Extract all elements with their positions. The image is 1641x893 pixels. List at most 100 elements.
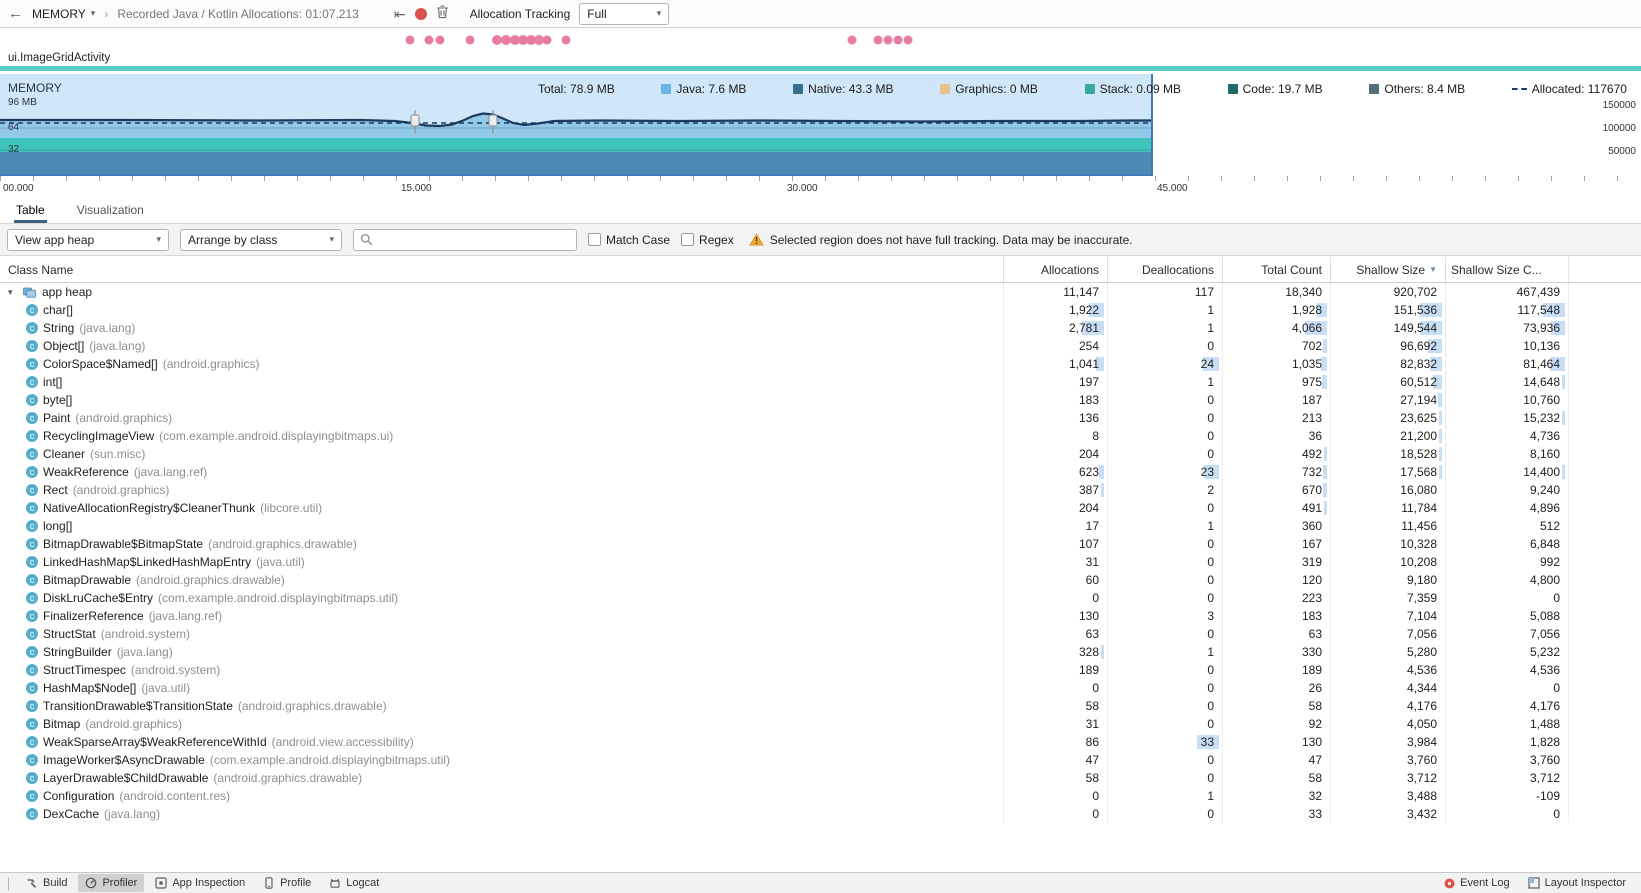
class-package: (android.graphics.drawable)	[213, 771, 363, 785]
timeline-view-selector[interactable]: MEMORY ▾	[32, 7, 95, 21]
delete-recording-icon[interactable]	[436, 5, 449, 22]
toolwindow-build[interactable]: Build	[19, 874, 74, 892]
tab-visualization[interactable]: Visualization	[75, 196, 146, 223]
class-name: ImageWorker$AsyncDrawable	[43, 753, 205, 767]
left-axis-label: 32	[8, 144, 20, 155]
value: 130	[1301, 735, 1322, 749]
left-axis-label: 96 MB	[8, 97, 37, 108]
value: 18,528	[1400, 447, 1437, 461]
toolwindow-layout-inspector[interactable]: Layout Inspector	[1521, 874, 1633, 892]
class-icon: c	[26, 358, 38, 370]
table-row[interactable]: c DexCache (java.lang) 0 0 33 3,432 0	[0, 805, 1641, 823]
table-row[interactable]: c LayerDrawable$ChildDrawable (android.gra…	[0, 769, 1641, 787]
table-row[interactable]: c LinkedHashMap$LinkedHashMapEntry (java.u…	[0, 553, 1641, 571]
value-cell: 9,180	[1330, 571, 1445, 589]
table-row[interactable]: ▾ app heap 11,147 117 18,340 920,702 467,439	[0, 283, 1641, 301]
table-row[interactable]: c StringBuilder (java.lang) 328 1 330 5,280 5,2…	[0, 643, 1641, 661]
toolwindow-profiler[interactable]: Profiler	[78, 874, 145, 892]
value: 14,400	[1523, 465, 1560, 479]
table-row[interactable]: c Object[] (java.lang) 254 0 702 96,692 10,136	[0, 337, 1641, 355]
value-cell: 24	[1107, 355, 1222, 373]
value: 167	[1301, 537, 1322, 551]
table-row[interactable]: c StructTimespec (android.system) 189 0 189 4,…	[0, 661, 1641, 679]
expand-chevron-icon[interactable]: ▾	[8, 287, 18, 298]
class-icon: c	[26, 736, 38, 748]
search-input[interactable]	[378, 232, 570, 247]
memory-timeline-chart[interactable]	[0, 74, 1641, 176]
toolwindow-logcat[interactable]: Logcat	[322, 874, 386, 892]
table-row[interactable]: c Configuration (android.content.res) 0 1 32 3…	[0, 787, 1641, 805]
class-name-cell: c long[]	[0, 517, 1003, 535]
table-row[interactable]: c Bitmap (android.graphics) 31 0 92 4,050 1,488	[0, 715, 1641, 733]
table-row[interactable]: c FinalizerReference (java.lang.ref) 130 3 18…	[0, 607, 1641, 625]
table-row[interactable]: c String (java.lang) 2,781 1 4,066 149,544 73,9…	[0, 319, 1641, 337]
column-header-total-count[interactable]: Total Count	[1222, 257, 1330, 282]
table-row[interactable]: c TransitionDrawable$TransitionState (andr…	[0, 697, 1641, 715]
table-row[interactable]: c DiskLruCache$Entry (com.example.android.…	[0, 589, 1641, 607]
heap-selector[interactable]: View app heap ▾	[7, 228, 169, 251]
toolwindow-event-log[interactable]: Event Log	[1437, 874, 1517, 892]
table-row[interactable]: c byte[] 183 0 187 27,194 10,760	[0, 391, 1641, 409]
value-cell: 96,692	[1330, 337, 1445, 355]
checkbox-box[interactable]	[681, 233, 695, 246]
value: 3,432	[1406, 807, 1437, 821]
profile-phone-icon	[265, 877, 273, 889]
class-name-cell: c RecyclingImageView (com.example.android.…	[0, 427, 1003, 445]
match-case-checkbox[interactable]: Match Case	[588, 233, 670, 247]
table-row[interactable]: c RecyclingImageView (com.example.android.…	[0, 427, 1641, 445]
value-cell: 328	[1003, 643, 1107, 661]
column-header-shallow-size-change[interactable]: Shallow Size C...	[1445, 257, 1568, 282]
table-row[interactable]: c ImageWorker$AsyncDrawable (com.example.a…	[0, 751, 1641, 769]
trash-icon	[436, 5, 448, 19]
class-name: StructTimespec	[43, 663, 126, 677]
back-button[interactable]: ←	[8, 6, 23, 21]
table-row[interactable]: c StructStat (android.system) 63 0 63 7,056 7,0…	[0, 625, 1641, 643]
export-recording-icon[interactable]: ⇤	[394, 7, 406, 21]
right-axis-label: 150000	[1602, 100, 1636, 111]
value-cell: 0	[1107, 625, 1222, 643]
value-cell: 117,548	[1445, 301, 1568, 319]
value: 0	[1207, 699, 1214, 713]
value: 24	[1200, 357, 1214, 371]
table-row[interactable]: c Paint (android.graphics) 136 0 213 23,625 15,…	[0, 409, 1641, 427]
value-cell: 1,035	[1222, 355, 1330, 373]
allocation-tracking-dropdown[interactable]: Full ▾	[579, 2, 670, 25]
table-row[interactable]: c WeakReference (java.lang.ref) 623 23 732 17,…	[0, 463, 1641, 481]
value: 11,456	[1401, 519, 1437, 533]
column-header-shallow-size[interactable]: Shallow Size ▼	[1330, 257, 1445, 282]
table-row[interactable]: c BitmapDrawable$BitmapState (android.grap…	[0, 535, 1641, 553]
value-cell: 1,828	[1445, 733, 1568, 751]
table-row[interactable]: c NativeAllocationRegistry$CleanerThunk (l…	[0, 499, 1641, 517]
recording-indicator-icon[interactable]	[414, 7, 427, 20]
value-cell: 1	[1107, 301, 1222, 319]
column-header-allocations[interactable]: Allocations	[1003, 257, 1107, 282]
toolwindow-label: Event Log	[1460, 877, 1510, 889]
table-row[interactable]: c HashMap$Node[] (java.util) 0 0 26 4,344 0	[0, 679, 1641, 697]
table-row[interactable]: c long[] 17 1 360 11,456 512	[0, 517, 1641, 535]
table-row[interactable]: c Cleaner (sun.misc) 204 0 492 18,528 8,160	[0, 445, 1641, 463]
value-cell: 0	[1107, 697, 1222, 715]
value-cell: 0	[1003, 805, 1107, 823]
table-row[interactable]: c int[] 197 1 975 60,512 14,648	[0, 373, 1641, 391]
tab-table[interactable]: Table	[14, 196, 47, 223]
value-cell: 2,781	[1003, 319, 1107, 337]
column-header-deallocations[interactable]: Deallocations	[1107, 257, 1222, 282]
value-cell: 4,344	[1330, 679, 1445, 697]
table-row[interactable]: c Rect (android.graphics) 387 2 670 16,080 9,24…	[0, 481, 1641, 499]
arrange-selector[interactable]: Arrange by class ▾	[180, 228, 342, 251]
regex-checkbox[interactable]: Regex	[681, 233, 734, 247]
search-field[interactable]	[353, 228, 577, 251]
table-row[interactable]: c char[] 1,922 1 1,928 151,536 117,548	[0, 301, 1641, 319]
value-cell: 1	[1107, 787, 1222, 805]
table-row[interactable]: c WeakSparseArray$WeakReferenceWithId (and…	[0, 733, 1641, 751]
toolwindow-profile[interactable]: Profile	[256, 874, 318, 892]
value: 151,536	[1393, 303, 1437, 317]
table-row[interactable]: c BitmapDrawable (android.graphics.drawabl…	[0, 571, 1641, 589]
checkbox-box[interactable]	[588, 233, 601, 246]
column-header-class-name[interactable]: Class Name	[0, 257, 1003, 282]
toolwindow-app-inspection[interactable]: App Inspection	[148, 874, 252, 892]
table-row[interactable]: c ColorSpace$Named[] (android.graphics) 1,0…	[0, 355, 1641, 373]
value: 204	[1078, 501, 1099, 515]
value-cell: 60,512	[1330, 373, 1445, 391]
value-cell: 14,400	[1445, 463, 1568, 481]
